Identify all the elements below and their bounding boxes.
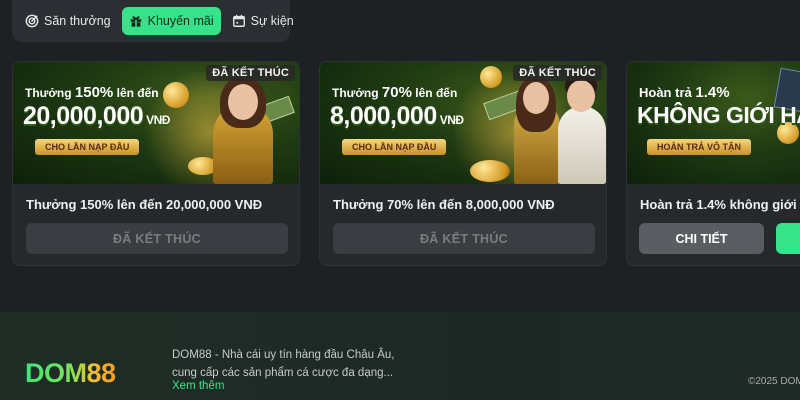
ended-button[interactable]: ĐÃ KẾT THÚC [26,223,288,254]
banner-unit: VNĐ [439,113,464,127]
tab-khuyen-mai[interactable]: Khuyến mãi [121,7,221,35]
ended-badge: ĐÃ KẾT THÚC [513,65,602,81]
target-icon [25,14,39,28]
tab-san-thuong[interactable]: Săn thưởng [18,7,118,35]
card-title: Thưởng 150% lên đến 20,000,000 VNĐ [26,197,263,212]
banner-amount: KHÔNG GIỚI HẠN [637,102,800,128]
calendar-icon [232,14,245,27]
tab-su-kien[interactable]: Sự kiện [225,7,301,35]
banner-unit: VNĐ [146,113,170,127]
banner-suffix: lên đến [116,86,159,100]
banner-amount-wrap: 20,000,000 VNĐ [23,102,170,131]
copyright-text: ©2025 DOM [748,376,800,387]
model-figure-man [558,106,606,184]
tab-label: Khuyến mãi [147,14,214,28]
banner-prefix: Thưởng [332,86,379,100]
promo-card: ĐÃ KẾT THÚC Thưởng 150% lên đến 20,000,0… [12,61,300,266]
banner-percent: 150% [74,84,114,101]
banner-amount: 20,000,000 [23,102,144,130]
banner-prefix: Hoàn trả [639,85,692,100]
model-face [523,82,549,114]
banner-amount-wrap: 8,000,000 VNĐ [330,102,464,131]
gift-icon [130,16,141,27]
banner-prefix: Thưởng [25,86,72,100]
promo-banner[interactable]: Hoàn trả 1.4% KHÔNG GIỚI HẠN HOÀN TRẢ VÔ… [627,62,800,184]
promo-banner[interactable]: ĐÃ KẾT THÚC Thưởng 70% lên đến 8,000,000… [320,62,606,184]
banner-headline: Thưởng 70% lên đến [332,84,457,101]
card-title: Thưởng 70% lên đến 8,000,000 VNĐ [333,197,555,212]
promo-card: ĐÃ KẾT THÚC Thưởng 70% lên đến 8,000,000… [319,61,607,266]
ended-button[interactable]: ĐÃ KẾT THÚC [333,223,595,254]
model-face [228,84,258,120]
brand-logo[interactable]: DOM88 [25,358,116,389]
banner-amount: 8,000,000 [330,102,437,130]
coin-icon [480,66,502,88]
join-button[interactable] [776,223,800,254]
banner-headline: Thưởng 150% lên đến [25,84,159,101]
tab-label: Săn thưởng [44,14,111,28]
footer-description: DOM88 - Nhà cái uy tín hàng đầu Châu Âu,… [172,349,395,379]
banner-headline: Hoàn trả 1.4% [639,84,730,101]
promo-banner[interactable]: ĐÃ KẾT THÚC Thưởng 150% lên đến 20,000,0… [13,62,299,184]
card-title: Hoàn trả 1.4% không giới hạn [640,197,800,212]
promotion-tabs: Săn thưởng Khuyến mãi Sự kiện [12,0,294,42]
banner-pill: HOÀN TRẢ VÔ TẬN [647,139,751,155]
ended-badge: ĐÃ KẾT THÚC [206,65,295,81]
details-button[interactable]: CHI TIẾT [639,223,764,254]
banner-percent: 70% [381,84,412,101]
banner-suffix: lên đến [415,86,458,100]
banner-percent: 1.4% [695,84,730,101]
banner-pill: CHO LẦN NẠP ĐẦU [342,139,447,155]
coin-icon [470,160,510,182]
see-more-link[interactable]: Xem thêm [172,380,224,392]
banner-pill: CHO LẦN NẠP ĐẦU [35,139,140,155]
tab-label: Sự kiện [250,14,294,28]
promo-card: Hoàn trả 1.4% KHÔNG GIỚI HẠN HOÀN TRẢ VÔ… [626,61,800,266]
site-footer: DOM88 DOM88 - Nhà cái uy tín hàng đầu Ch… [0,312,800,400]
model-face [567,80,595,112]
